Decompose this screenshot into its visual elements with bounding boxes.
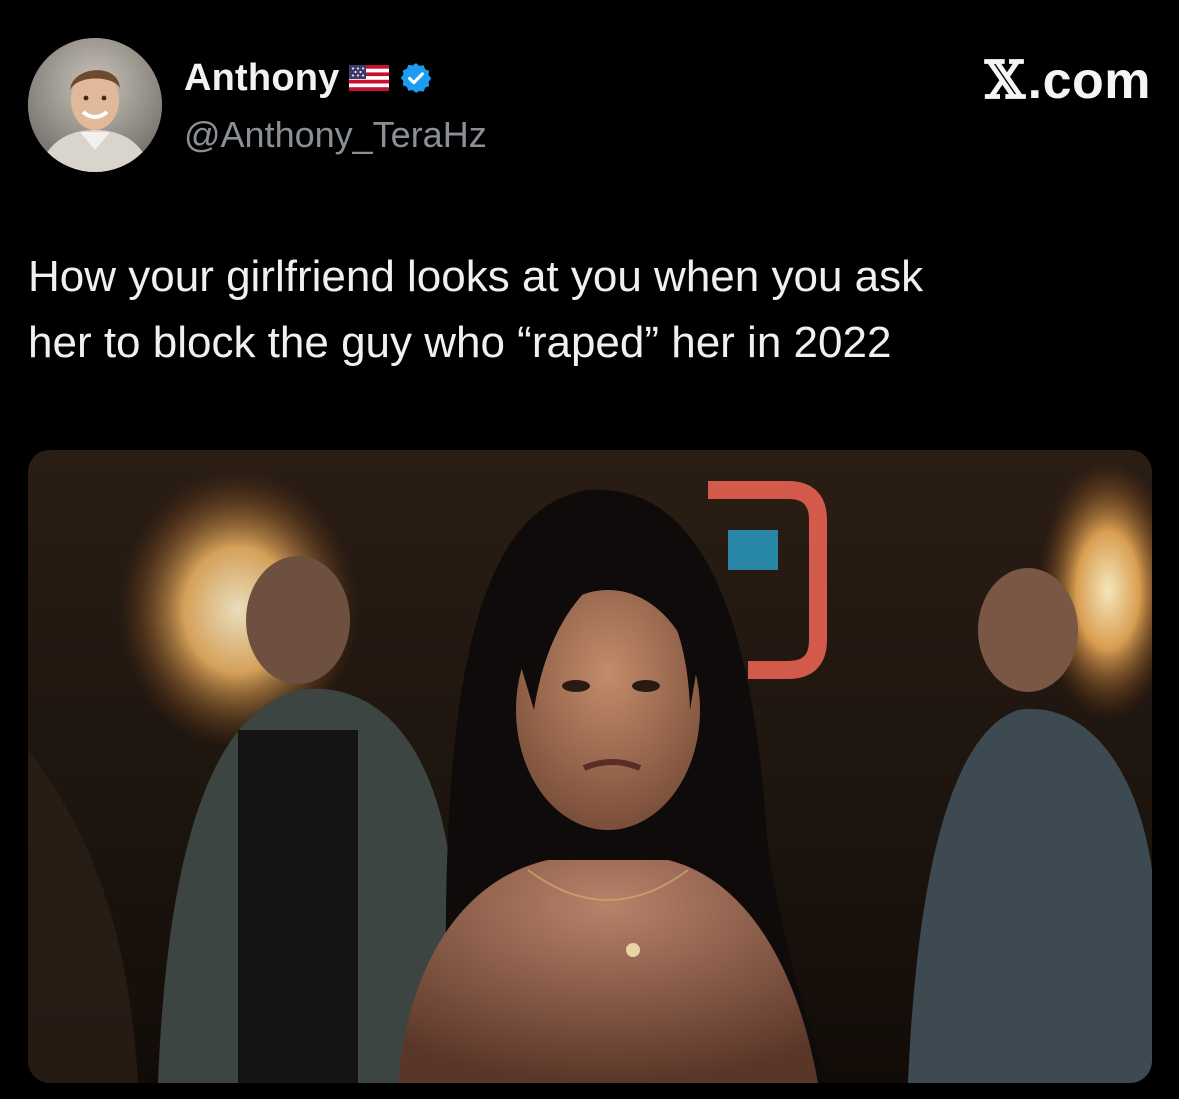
author-display-name[interactable]: Anthony bbox=[184, 57, 339, 100]
tweet-header: Anthony @Anthony_TeraHz bbox=[28, 38, 1151, 172]
x-logo-icon: 𝕏 bbox=[984, 50, 1026, 111]
verified-badge-icon bbox=[399, 61, 433, 95]
us-flag-icon bbox=[349, 65, 390, 91]
tweet-text: How your girlfriend looks at you when yo… bbox=[28, 252, 924, 367]
author-name-row: Anthony bbox=[184, 56, 433, 100]
author-avatar[interactable] bbox=[28, 38, 162, 172]
author-handle[interactable]: @Anthony_TeraHz bbox=[184, 114, 487, 156]
watermark-suffix: .com bbox=[1027, 51, 1151, 110]
x-com-watermark: 𝕏 .com bbox=[985, 50, 1151, 111]
avatar-photo bbox=[28, 38, 162, 172]
media-image bbox=[28, 450, 1152, 1083]
tweet-media-photo[interactable] bbox=[28, 450, 1152, 1083]
